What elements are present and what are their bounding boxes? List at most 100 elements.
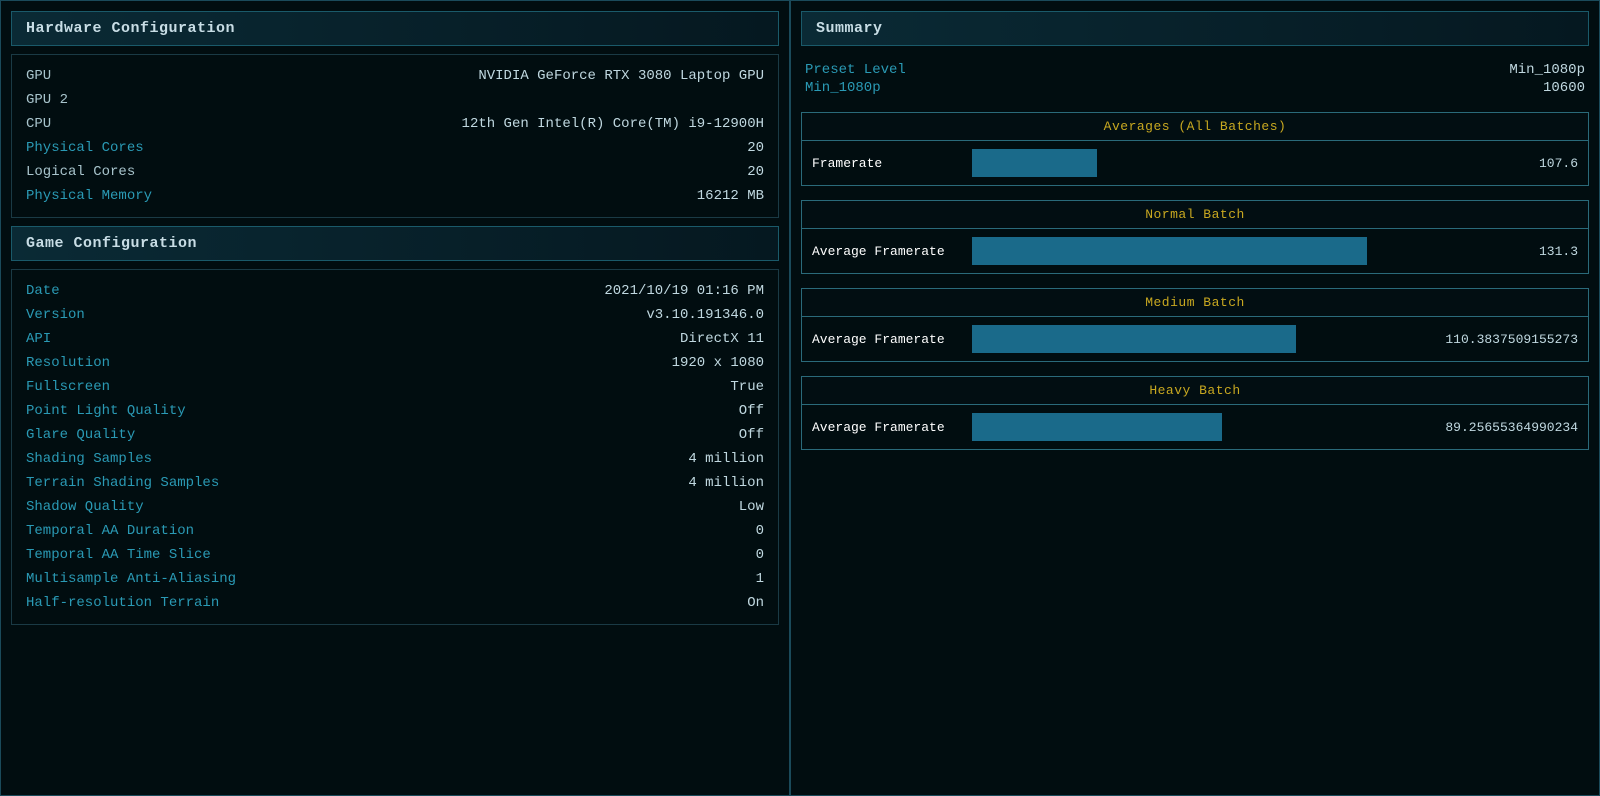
config-label: Point Light Quality: [26, 403, 186, 419]
game-row: Terrain Shading Samples 4 million: [26, 472, 764, 494]
normal-framerate-label: Average Framerate: [812, 244, 962, 259]
config-value: Off: [739, 403, 764, 419]
config-label: Date: [26, 283, 60, 299]
config-label: Shading Samples: [26, 451, 152, 467]
config-label: Half-resolution Terrain: [26, 595, 219, 611]
game-row: Multisample Anti-Aliasing 1: [26, 568, 764, 590]
config-value: On: [747, 595, 764, 611]
normal-batch-section: Normal Batch Average Framerate 131.3: [801, 200, 1589, 274]
heavy-bar: [972, 413, 1222, 441]
medium-batch-content: Average Framerate 110.3837509155273: [802, 317, 1588, 361]
preset-row: Preset Level Min_1080p: [805, 62, 1585, 78]
hardware-row: Logical Cores 20: [26, 161, 764, 183]
heavy-batch-section: Heavy Batch Average Framerate 89.2565536…: [801, 376, 1589, 450]
hardware-row: Physical Cores 20: [26, 137, 764, 159]
framerate-bar: [972, 149, 1097, 177]
game-row: Temporal AA Time Slice 0: [26, 544, 764, 566]
normal-batch-content: Average Framerate 131.3: [802, 229, 1588, 273]
config-value: Off: [739, 427, 764, 443]
config-value: 4 million: [688, 475, 764, 491]
hardware-row: GPU NVIDIA GeForce RTX 3080 Laptop GPU: [26, 65, 764, 87]
averages-section: Averages (All Batches) Framerate 107.6: [801, 112, 1589, 186]
medium-bar: [972, 325, 1296, 353]
config-value: 0: [756, 523, 764, 539]
medium-batch-section: Medium Batch Average Framerate 110.38375…: [801, 288, 1589, 362]
hardware-config-content: GPUNVIDIA GeForce RTX 3080 Laptop GPUGPU…: [11, 54, 779, 218]
normal-bar: [972, 237, 1367, 265]
config-value: 0: [756, 547, 764, 563]
config-value: 12th Gen Intel(R) Core(TM) i9-12900H: [462, 116, 764, 132]
medium-batch-header: Medium Batch: [802, 289, 1588, 317]
left-panel: Hardware Configuration GPU NVIDIA GeForce…: [0, 0, 790, 796]
config-label: Version: [26, 307, 85, 323]
config-label: GPU 2: [26, 92, 68, 108]
heavy-framerate-label: Average Framerate: [812, 420, 962, 435]
preset-value: Min_1080p: [1509, 62, 1585, 78]
config-value: True: [730, 379, 764, 395]
config-value: v3.10.191346.0: [646, 307, 764, 323]
game-row: Shadow Quality Low: [26, 496, 764, 518]
medium-bar-container: [972, 325, 1388, 353]
hardware-row: GPU 2: [26, 89, 764, 111]
config-value: Low: [739, 499, 764, 515]
config-label: API: [26, 331, 51, 347]
hardware-row: Physical Memory 16212 MB: [26, 185, 764, 207]
config-value: 20: [747, 140, 764, 156]
averages-header: Averages (All Batches): [802, 113, 1588, 141]
game-row: Point Light Quality Off: [26, 400, 764, 422]
framerate-bar-container: [972, 149, 1388, 177]
averages-content: Framerate 107.6: [802, 141, 1588, 185]
config-label: Shadow Quality: [26, 499, 144, 515]
heavy-batch-content: Average Framerate 89.25655364990234: [802, 405, 1588, 449]
normal-batch-header: Normal Batch: [802, 201, 1588, 229]
min-label: Min_1080p: [805, 80, 881, 96]
config-value: 2021/10/19 01:16 PM: [604, 283, 764, 299]
config-value: DirectX 11: [680, 331, 764, 347]
config-value: 1920 x 1080: [672, 355, 764, 371]
heavy-framerate-value: 89.25655364990234: [1398, 420, 1578, 435]
game-row: Temporal AA Duration 0: [26, 520, 764, 542]
framerate-value: 107.6: [1398, 156, 1578, 171]
config-label: Temporal AA Time Slice: [26, 547, 211, 563]
game-row: Shading Samples 4 million: [26, 448, 764, 470]
config-label: Logical Cores: [26, 164, 135, 180]
config-label: Temporal AA Duration: [26, 523, 194, 539]
preset-label: Preset Level: [805, 62, 906, 78]
config-label: Glare Quality: [26, 427, 135, 443]
min-value: 10600: [1543, 80, 1585, 96]
normal-framerate-value: 131.3: [1398, 244, 1578, 259]
medium-framerate-label: Average Framerate: [812, 332, 962, 347]
game-row: Half-resolution Terrain On: [26, 592, 764, 614]
config-value: 1: [756, 571, 764, 587]
right-panel: Summary Preset Level Min_1080p Min_1080p…: [790, 0, 1600, 796]
summary-top: Preset Level Min_1080p Min_1080p 10600: [801, 54, 1589, 104]
hardware-config-header: Hardware Configuration: [11, 11, 779, 46]
config-label: Multisample Anti-Aliasing: [26, 571, 236, 587]
game-row: Fullscreen True: [26, 376, 764, 398]
config-label: Terrain Shading Samples: [26, 475, 219, 491]
game-row: API DirectX 11: [26, 328, 764, 350]
summary-header: Summary: [801, 11, 1589, 46]
config-value: 20: [747, 164, 764, 180]
game-row: Date 2021/10/19 01:16 PM: [26, 280, 764, 302]
game-row: Version v3.10.191346.0: [26, 304, 764, 326]
game-row: Glare Quality Off: [26, 424, 764, 446]
config-label: Resolution: [26, 355, 110, 371]
game-row: Resolution 1920 x 1080: [26, 352, 764, 374]
config-label: GPU: [26, 68, 51, 84]
game-config-header: Game Configuration: [11, 226, 779, 261]
config-value: NVIDIA GeForce RTX 3080 Laptop GPU: [478, 68, 764, 84]
game-config-content: Date 2021/10/19 01:16 PM Version v3.10.1913…: [11, 269, 779, 625]
config-label: CPU: [26, 116, 51, 132]
medium-framerate-value: 110.3837509155273: [1398, 332, 1578, 347]
hardware-row: CPU 12th Gen Intel(R) Core(TM) i9-12900H: [26, 113, 764, 135]
normal-bar-container: [972, 237, 1388, 265]
config-label: Physical Cores: [26, 140, 144, 156]
config-label: Fullscreen: [26, 379, 110, 395]
config-label: Physical Memory: [26, 188, 152, 204]
heavy-batch-header: Heavy Batch: [802, 377, 1588, 405]
config-value: 16212 MB: [697, 188, 764, 204]
min-row: Min_1080p 10600: [805, 80, 1585, 96]
config-value: 4 million: [688, 451, 764, 467]
framerate-label: Framerate: [812, 156, 962, 171]
